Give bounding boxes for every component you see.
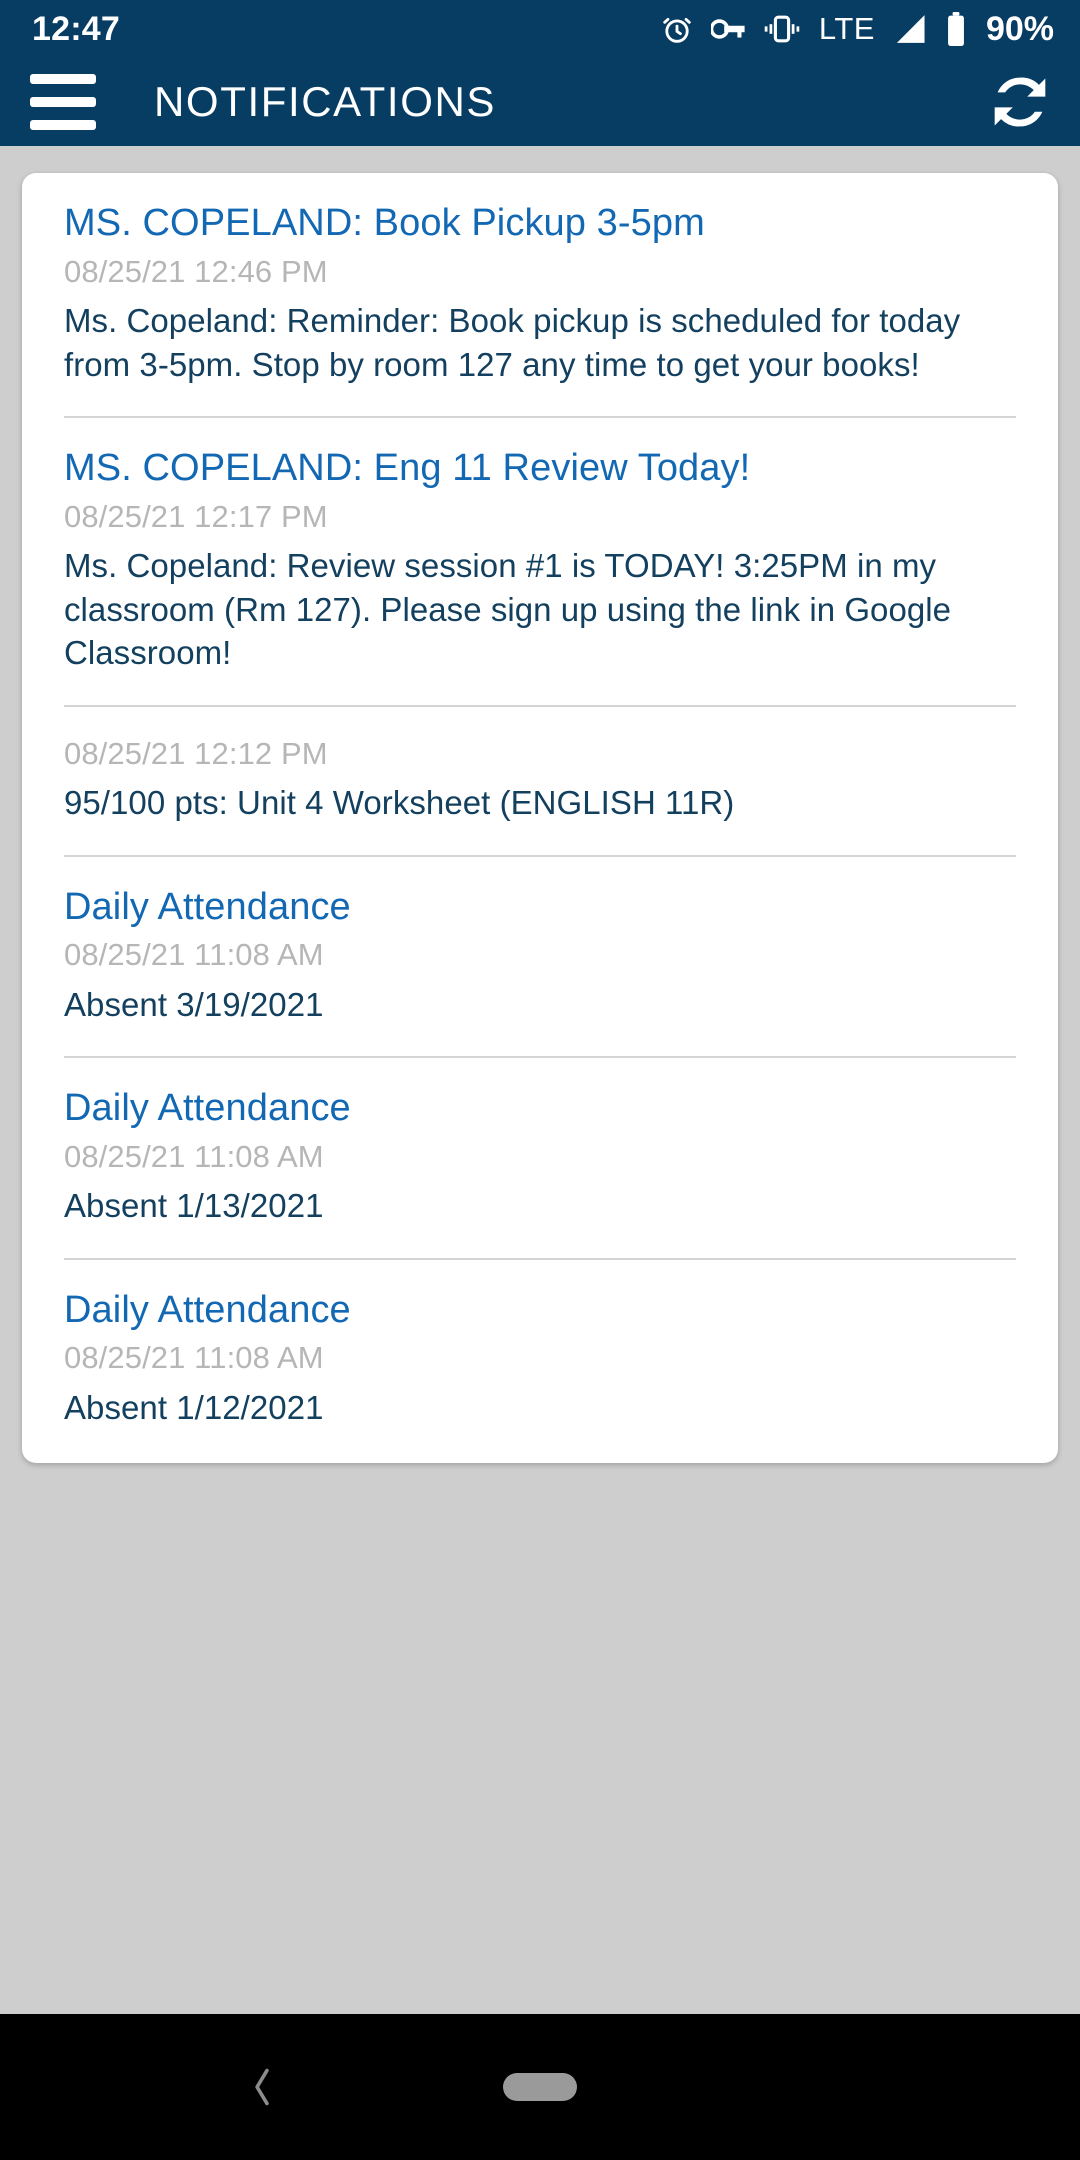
refresh-sync-icon[interactable] <box>988 70 1052 134</box>
battery-percent-label: 90% <box>985 9 1054 48</box>
notification-body: Absent 1/13/2021 <box>64 1187 324 1225</box>
home-pill-indicator[interactable] <box>503 2073 577 2101</box>
notification-timestamp: 08/25/21 12:12 PM <box>64 735 328 771</box>
status-bar: 12:47 LTE 90% <box>0 0 1080 57</box>
hamburger-line <box>30 73 96 84</box>
notification-body: 95/100 pts: Unit 4 Worksheet (ENGLISH 11… <box>64 783 735 821</box>
vibrate-icon <box>764 14 800 44</box>
vpn-key-icon <box>710 14 747 44</box>
hamburger-line <box>30 96 96 107</box>
notification-item[interactable]: MS. COPELAND: Eng 11 Review Today! 08/25… <box>64 418 1016 707</box>
network-type-label: LTE <box>818 11 875 46</box>
notification-body: Ms. Copeland: Reminder: Book pickup is s… <box>64 302 961 383</box>
notification-title[interactable]: MS. COPELAND: Book Pickup 3-5pm <box>64 201 1016 246</box>
android-navigation-bar <box>0 2014 1080 2160</box>
notification-item[interactable]: Daily Attendance 08/25/21 11:08 AM Absen… <box>64 857 1016 1059</box>
page-title: NOTIFICATIONS <box>154 77 497 125</box>
alarm-icon <box>660 12 694 46</box>
notification-body: Absent 3/19/2021 <box>64 985 324 1023</box>
notification-item[interactable]: Daily Attendance 08/25/21 11:08 AM Absen… <box>64 1260 1016 1464</box>
hamburger-line <box>30 119 96 130</box>
notifications-scroll-area[interactable]: MS. COPELAND: Book Pickup 3-5pm 08/25/21… <box>0 146 1080 2014</box>
notification-title[interactable]: MS. COPELAND: Eng 11 Review Today! <box>64 446 1016 491</box>
notification-item[interactable]: MS. COPELAND: Book Pickup 3-5pm 08/25/21… <box>64 173 1016 419</box>
hamburger-menu-icon[interactable] <box>30 72 104 132</box>
notification-timestamp: 08/25/21 12:17 PM <box>64 498 328 534</box>
notification-timestamp: 08/25/21 11:08 AM <box>64 937 324 973</box>
notification-title[interactable]: Daily Attendance <box>64 1086 1016 1131</box>
app-bar: NOTIFICATIONS <box>0 57 1080 146</box>
back-chevron-icon[interactable] <box>238 2063 286 2111</box>
status-bar-icons: LTE 90% <box>660 9 1054 48</box>
notification-timestamp: 08/25/21 11:08 AM <box>64 1138 324 1174</box>
notification-title[interactable]: Daily Attendance <box>64 1288 1016 1333</box>
notification-body: Absent 1/12/2021 <box>64 1388 324 1426</box>
notification-timestamp: 08/25/21 12:46 PM <box>64 253 328 289</box>
notifications-card: MS. COPELAND: Book Pickup 3-5pm 08/25/21… <box>22 173 1058 1464</box>
battery-icon <box>945 11 967 46</box>
notification-item[interactable]: Daily Attendance 08/25/21 11:08 AM Absen… <box>64 1058 1016 1260</box>
phone-screen: 12:47 LTE 90% NOTIFICATIONS MS. COPELAND… <box>0 0 1080 2160</box>
notification-title[interactable]: Daily Attendance <box>64 885 1016 930</box>
status-bar-clock: 12:47 <box>32 9 120 48</box>
notification-item[interactable]: 08/25/21 12:12 PM 95/100 pts: Unit 4 Wor… <box>64 707 1016 857</box>
notification-timestamp: 08/25/21 11:08 AM <box>64 1340 324 1376</box>
notification-body: Ms. Copeland: Review session #1 is TODAY… <box>64 547 952 672</box>
signal-icon <box>892 13 928 45</box>
